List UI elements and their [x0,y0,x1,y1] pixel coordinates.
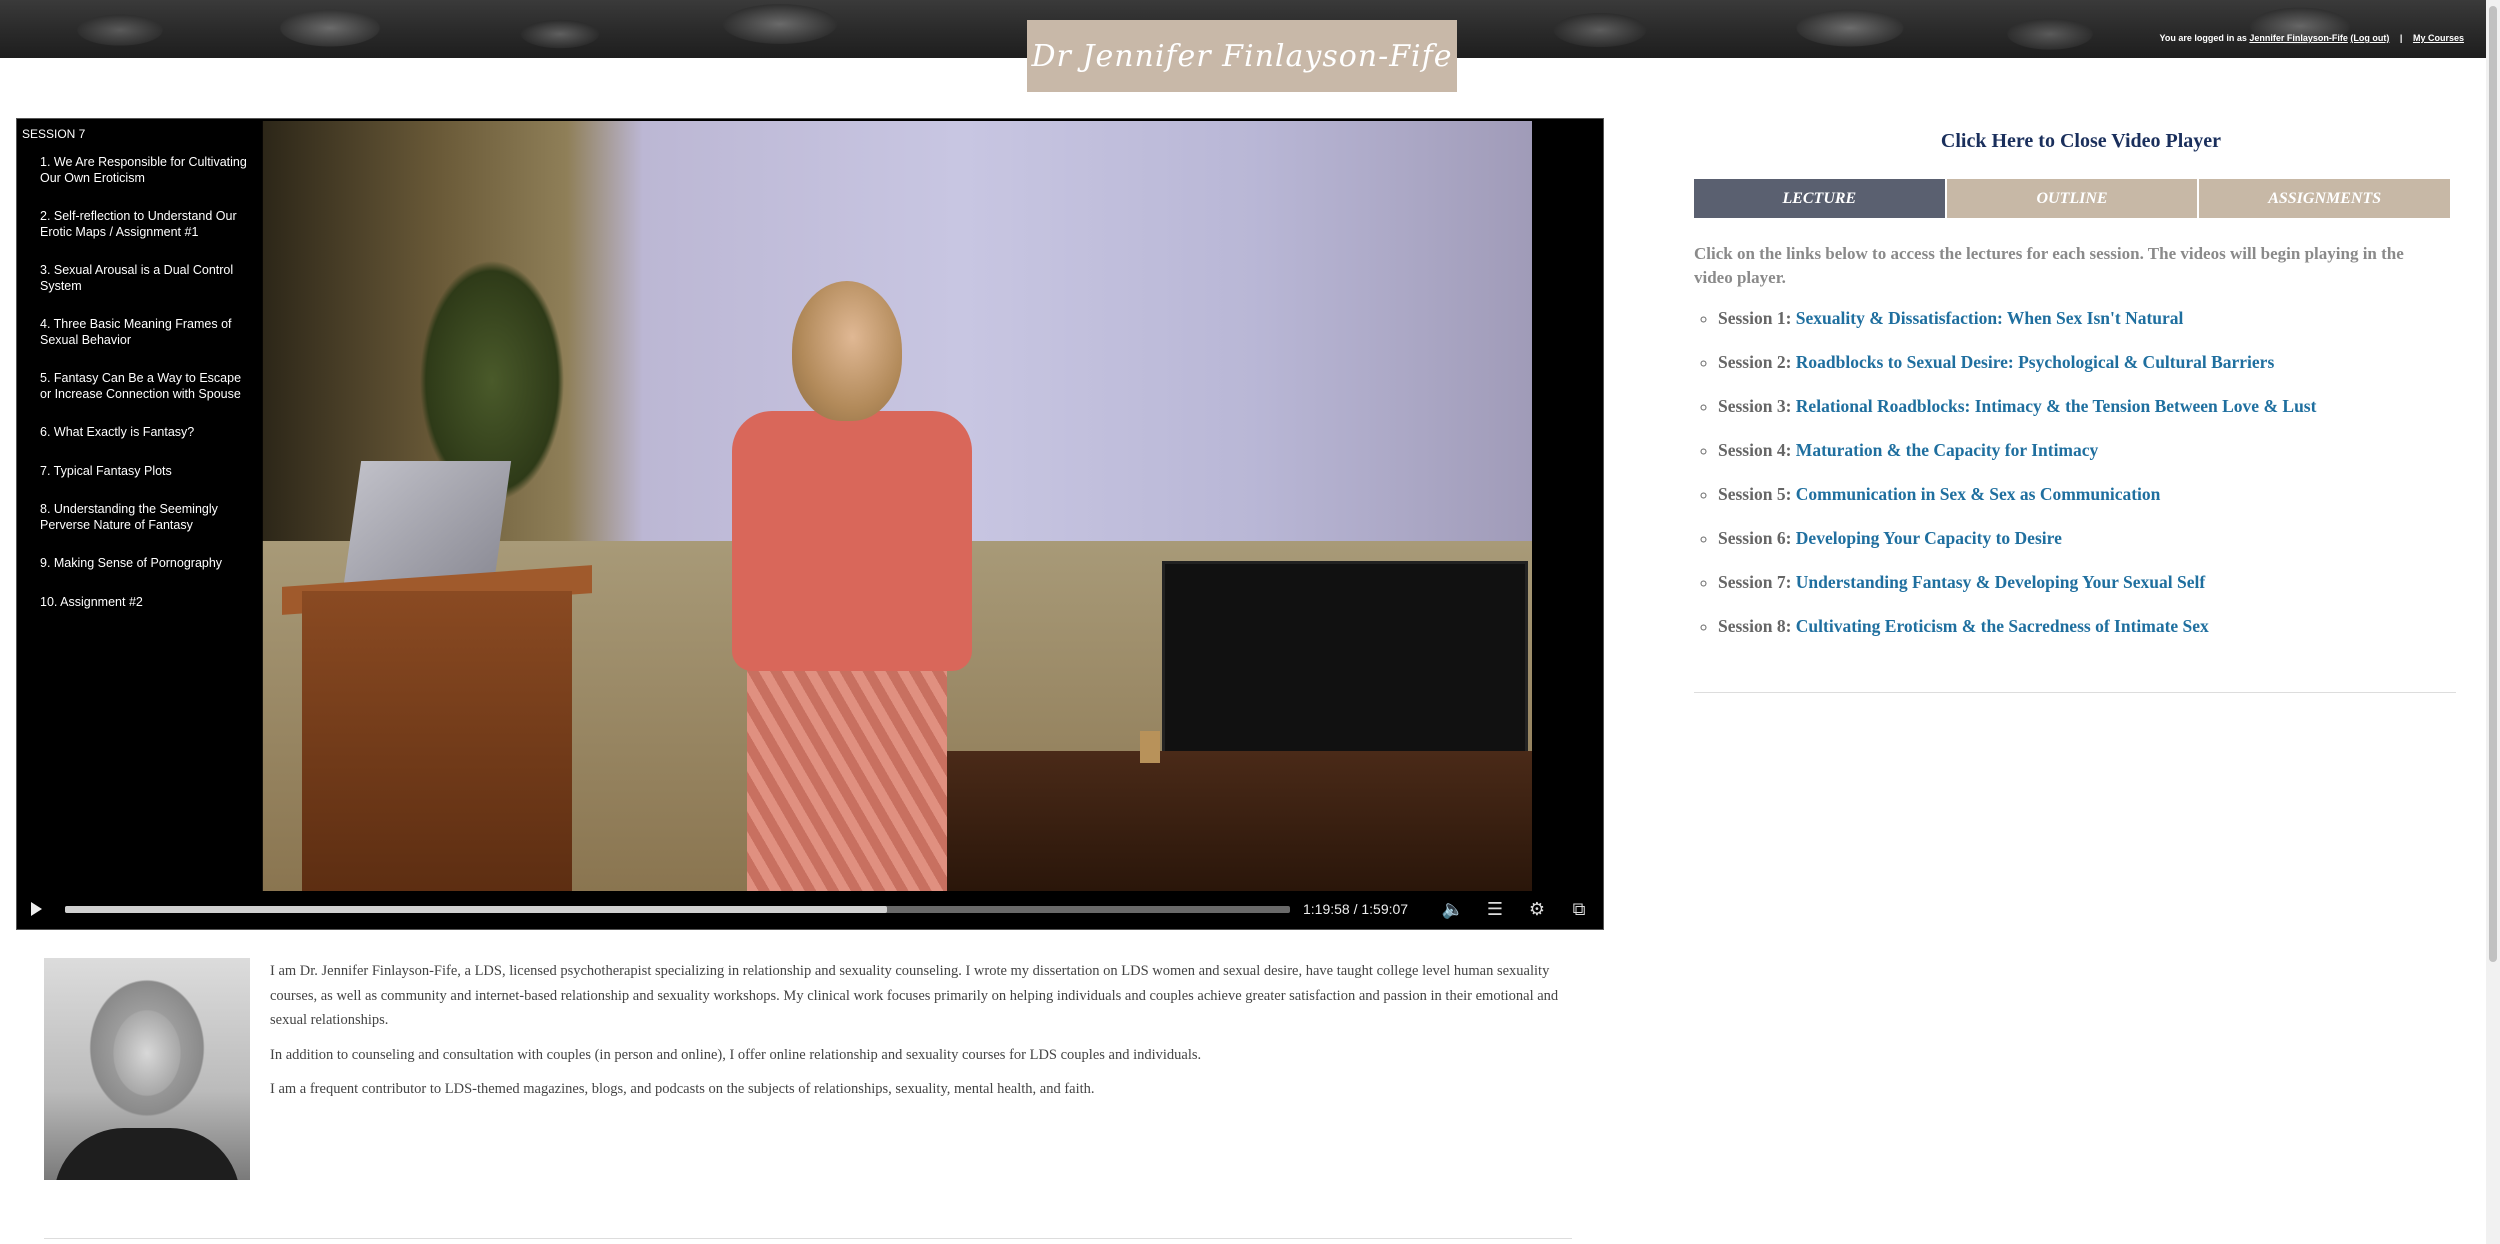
session-item: Session 1: Sexuality & Dissatisfaction: … [1718,308,2478,352]
volume-icon[interactable]: 🔈 [1441,898,1465,922]
session-link[interactable]: Maturation & the Capacity for Intimacy [1796,440,2098,460]
session-label: Session 3: [1718,396,1792,416]
play-icon[interactable] [31,902,42,916]
bio-paragraph: I am Dr. Jennifer Finlayson-Fife, a LDS,… [270,963,1559,1028]
video-player[interactable]: SESSION 7 1. We Are Responsible for Cult… [16,118,1604,930]
content-tabs: LECTURE OUTLINE ASSIGNMENTS [1694,179,2451,218]
session-link[interactable]: Understanding Fantasy & Developing Your … [1796,572,2205,592]
session-link[interactable]: Roadblocks to Sexual Desire: Psychologic… [1796,352,2274,372]
session-item: Session 3: Relational Roadblocks: Intima… [1718,396,2478,440]
session-item: Session 8: Cultivating Eroticism & the S… [1718,616,2478,660]
video-scene-speaker [722,281,992,891]
session-item: Session 4: Maturation & the Capacity for… [1718,440,2478,484]
session-label: Session 5: [1718,484,1792,504]
page-scrollbar[interactable] [2486,0,2500,1244]
session-item: Session 7: Understanding Fantasy & Devel… [1718,572,2478,616]
chapter-item[interactable]: 6. What Exactly is Fantasy? [40,425,255,441]
session-link[interactable]: Communication in Sex & Sex as Communicat… [1796,484,2161,504]
external-link-icon[interactable]: ⧉ [1567,898,1591,922]
bio-paragraph: In addition to counseling and consultati… [270,1046,1202,1063]
speaker-torso [732,411,972,671]
speaker-skirt [747,661,947,891]
session-label: Session 8: [1718,616,1792,636]
time-display: 1:19:58 / 1:59:07 [1303,901,1409,917]
lecture-instructions: Click on the links below to access the l… [1694,244,2404,287]
my-courses-link[interactable]: My Courses [2413,33,2464,43]
chapter-menu: SESSION 7 1. We Are Responsible for Cult… [19,121,263,891]
author-photo [44,958,250,1180]
video-scene-can [1140,731,1160,763]
session-label: Session 7: [1718,572,1792,592]
user-name-link[interactable]: Jennifer Finlayson-Fife [2249,33,2348,43]
session-item: Session 2: Roadblocks to Sexual Desire: … [1718,352,2478,396]
tab-assignments[interactable]: ASSIGNMENTS [2199,179,2451,218]
session-label: Session 4: [1718,440,1792,460]
gear-icon[interactable]: ⚙ [1525,898,1549,922]
chapter-item[interactable]: 1. We Are Responsible for Cultivating Ou… [40,155,255,186]
chapter-item[interactable]: 4. Three Basic Meaning Frames of Sexual … [40,317,255,348]
chapter-session-label: SESSION 7 [22,127,86,141]
progress-bar[interactable] [65,906,1290,913]
session-link[interactable]: Sexuality & Dissatisfaction: When Sex Is… [1796,308,2184,328]
session-label: Session 2: [1718,352,1792,372]
chapters-list-icon[interactable]: ☰ [1483,898,1507,922]
session-item: Session 5: Communication in Sex & Sex as… [1718,484,2478,528]
progress-fill [65,906,887,913]
session-link[interactable]: Cultivating Eroticism & the Sacredness o… [1796,616,2209,636]
tab-lecture[interactable]: LECTURE [1694,179,1945,218]
chapter-item[interactable]: 9. Making Sense of Pornography [40,556,255,572]
session-item: Session 6: Developing Your Capacity to D… [1718,528,2478,572]
chapter-item[interactable]: 3. Sexual Arousal is a Dual Control Syst… [40,263,255,294]
scrollbar-thumb[interactable] [2489,6,2497,962]
chapter-item[interactable]: 5. Fantasy Can Be a Way to Escape or Inc… [40,371,255,402]
bio-paragraph: I am a frequent contributor to LDS-theme… [270,1081,1095,1097]
chapter-item[interactable]: 8. Understanding the Seemingly Perverse … [40,502,255,533]
chapter-item[interactable]: 2. Self-reflection to Understand Our Ero… [40,209,255,240]
chapter-list: 1. We Are Responsible for Cultivating Ou… [19,155,263,610]
speaker-head [792,281,902,421]
tab-outline[interactable]: OUTLINE [1946,179,2198,218]
separator: | [2399,33,2403,43]
player-controls: 1:19:58 / 1:59:07 🔈 ☰ ⚙ ⧉ [17,891,1603,929]
video-scene-podium [302,591,572,891]
session-list: Session 1: Sexuality & Dissatisfaction: … [1694,308,2478,660]
session-link[interactable]: Relational Roadblocks: Intimacy & the Te… [1796,396,2317,416]
chapter-item[interactable]: 7. Typical Fantasy Plots [40,464,255,480]
chapter-item[interactable]: 10. Assignment #2 [40,595,255,611]
close-video-player-link[interactable]: Click Here to Close Video Player [1694,130,2468,153]
session-label: Session 6: [1718,528,1792,548]
logout-link[interactable]: (Log out) [2350,33,2389,43]
divider [1694,692,2456,693]
author-bio: I am Dr. Jennifer Finlayson-Fife, a LDS,… [270,959,1560,1112]
login-prefix: You are logged in as [2159,33,2247,43]
divider [44,1238,1572,1239]
video-letterbox [1533,121,1603,891]
video-frame[interactable] [262,121,1532,891]
video-scene-laptop [342,461,512,591]
login-status: You are logged in as Jennifer Finlayson-… [2160,33,2465,43]
author-photo-shoulders [54,1128,240,1180]
session-label: Session 1: [1718,308,1792,328]
site-logo[interactable]: Dr Jennifer Finlayson-Fife [1027,20,1457,92]
session-link[interactable]: Developing Your Capacity to Desire [1796,528,2062,548]
